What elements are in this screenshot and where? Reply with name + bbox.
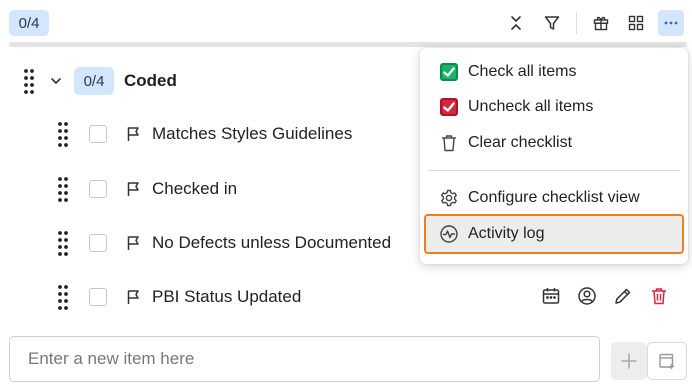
trash-icon <box>439 133 459 153</box>
add-template-button[interactable] <box>647 342 687 380</box>
drag-handle-icon[interactable] <box>57 230 69 256</box>
filter-icon <box>544 16 560 30</box>
filter-button[interactable] <box>539 10 565 36</box>
drag-handle-icon[interactable] <box>57 176 69 202</box>
checklist-item: PBI Status Updated <box>0 280 692 316</box>
group-progress-badge: 0/4 <box>74 67 114 95</box>
toolbar: 0/4 <box>0 0 692 44</box>
gear-icon <box>439 188 459 208</box>
menu-divider <box>428 170 680 171</box>
flag-icon[interactable] <box>125 180 143 198</box>
due-date-button[interactable] <box>541 286 563 308</box>
drag-handle-icon[interactable] <box>57 121 69 147</box>
group-title: Coded <box>124 71 177 90</box>
grid-icon <box>628 15 644 31</box>
item-checkbox[interactable] <box>89 234 107 252</box>
flag-icon[interactable] <box>125 125 143 143</box>
layout-grid-button[interactable] <box>623 10 649 36</box>
more-icon <box>664 21 678 25</box>
toolbar-divider <box>576 12 577 34</box>
header-divider <box>9 42 687 47</box>
item-label[interactable]: PBI Status Updated <box>152 287 301 307</box>
checklist-group-header[interactable]: 0/4 Coded <box>0 63 420 99</box>
template-icon <box>659 353 674 369</box>
delete-item-button[interactable] <box>649 286 671 308</box>
calendar-icon <box>542 288 560 304</box>
trash-icon <box>652 288 666 305</box>
flag-icon[interactable] <box>125 288 143 306</box>
item-label[interactable]: Matches Styles Guidelines <box>152 124 352 144</box>
item-checkbox[interactable] <box>89 180 107 198</box>
collapse-all-button[interactable] <box>503 10 529 36</box>
more-options-button[interactable] <box>658 10 684 36</box>
menu-item-label: Check all items <box>468 63 577 80</box>
edit-item-button[interactable] <box>613 286 635 308</box>
pencil-icon <box>615 288 631 304</box>
activity-icon <box>439 224 459 244</box>
item-label[interactable]: Checked in <box>152 179 237 199</box>
check-all-icon <box>439 62 459 82</box>
add-item-button[interactable] <box>611 342 647 380</box>
flag-icon[interactable] <box>125 234 143 252</box>
plus-icon <box>621 353 637 369</box>
chevron-down-icon[interactable] <box>49 74 63 88</box>
menu-item-check-all[interactable]: Check all items <box>426 54 682 90</box>
menu-item-clear-checklist[interactable]: Clear checklist <box>426 125 682 161</box>
menu-item-label: Configure checklist view <box>468 189 640 206</box>
item-checkbox[interactable] <box>89 125 107 143</box>
menu-item-label: Clear checklist <box>468 134 573 151</box>
gift-button[interactable] <box>588 10 614 36</box>
menu-item-uncheck-all[interactable]: Uncheck all items <box>426 89 682 125</box>
progress-badge: 0/4 <box>9 10 49 36</box>
assign-user-button[interactable] <box>577 286 599 308</box>
item-label[interactable]: No Defects unless Documented <box>152 233 391 253</box>
collapse-icon <box>511 16 521 30</box>
menu-item-configure-view[interactable]: Configure checklist view <box>426 180 682 216</box>
menu-item-activity-log[interactable]: Activity log <box>424 214 684 254</box>
user-circle-icon <box>578 287 596 305</box>
checklist-options-menu: Check all items Uncheck all items Clear … <box>420 48 688 264</box>
new-item-input[interactable] <box>9 336 600 382</box>
drag-handle-icon[interactable] <box>23 68 35 94</box>
menu-item-label: Activity log <box>468 225 545 242</box>
menu-item-label: Uncheck all items <box>468 98 594 115</box>
item-checkbox[interactable] <box>89 288 107 306</box>
drag-handle-icon[interactable] <box>57 284 69 310</box>
uncheck-all-icon <box>439 97 459 117</box>
gift-icon <box>593 16 609 31</box>
